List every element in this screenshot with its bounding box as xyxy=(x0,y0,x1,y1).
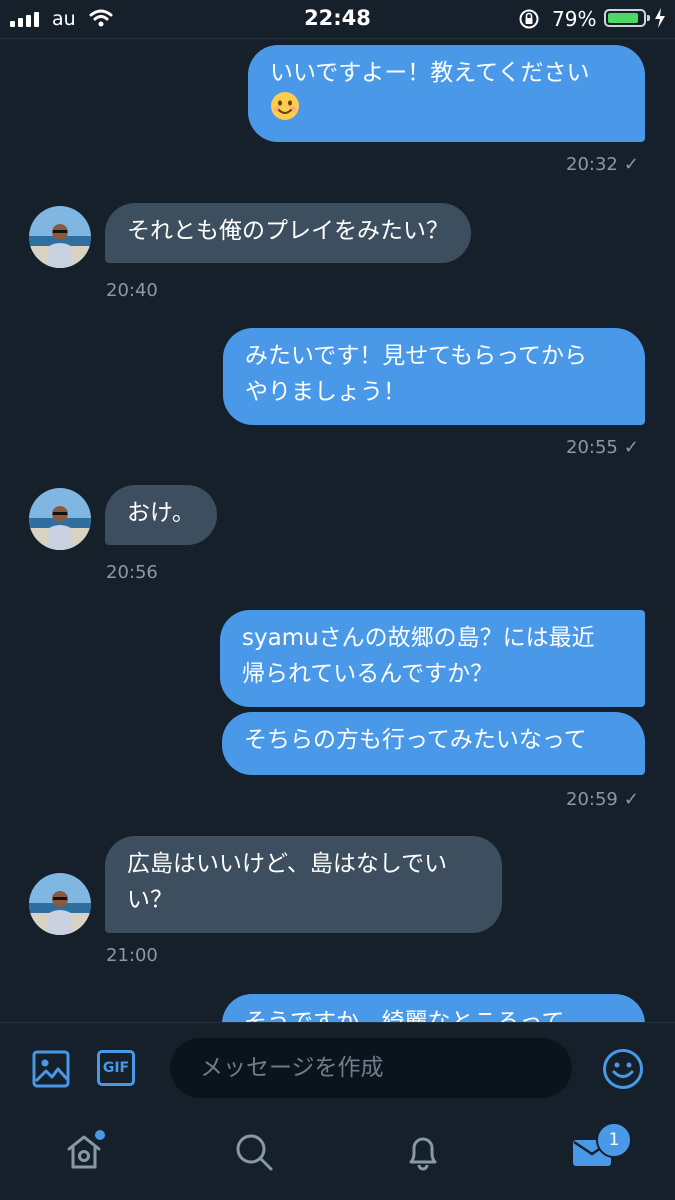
avatar[interactable] xyxy=(29,488,91,550)
read-check-icon: ✓ xyxy=(623,154,639,175)
gif-button[interactable]: GIF xyxy=(97,1050,135,1086)
battery-icon xyxy=(604,9,646,27)
message-timestamp: 20:56 xyxy=(106,562,158,583)
message-text: そちらの方も行ってみたいなって xyxy=(244,727,587,753)
notifications-icon[interactable] xyxy=(403,1132,443,1172)
notification-dot xyxy=(95,1130,105,1140)
message-timestamp: 20:32 ✓ xyxy=(566,154,639,175)
sent-message-bubble[interactable]: syamuさんの故郷の島？には最近 帰られているんですか？ xyxy=(220,610,645,707)
sent-message-bubble[interactable]: そうですか、綺麗なところって xyxy=(222,994,645,1022)
message-text: おけ。 xyxy=(127,500,195,526)
orientation-lock-icon xyxy=(519,9,539,29)
read-check-icon: ✓ xyxy=(623,437,639,458)
search-icon[interactable] xyxy=(234,1132,274,1172)
message-timestamp: 20:55 ✓ xyxy=(566,437,639,458)
emoji-icon[interactable] xyxy=(602,1048,644,1090)
battery-percent: 79% xyxy=(552,7,597,31)
message-input[interactable] xyxy=(170,1038,572,1098)
message-text: いいですよー！教えてください xyxy=(270,60,590,86)
sent-message-bubble[interactable]: いいですよー！教えてください xyxy=(248,45,645,142)
message-text: それとも俺のプレイをみたい？ xyxy=(127,218,449,244)
message-composer: GIF xyxy=(0,1022,675,1113)
message-timestamp: 21:00 xyxy=(106,945,158,966)
received-message-bubble[interactable]: 広島はいいけど、島はなしでい い？ xyxy=(105,836,502,933)
charging-bolt-icon xyxy=(655,8,665,28)
message-text: い？ xyxy=(127,887,173,913)
message-timestamp: 20:59 ✓ xyxy=(566,789,639,810)
received-message-bubble[interactable]: それとも俺のプレイをみたい？ xyxy=(105,203,471,263)
message-text: 帰られているんですか？ xyxy=(242,661,494,687)
image-icon[interactable] xyxy=(32,1050,70,1088)
conversation-thread[interactable]: いいですよー！教えてください 20:32 ✓ それとも俺のプレイをみたい？ 20:… xyxy=(0,39,675,1022)
message-text: そうですか、綺麗なところって xyxy=(244,1009,565,1022)
avatar[interactable] xyxy=(29,206,91,268)
sent-message-bubble[interactable]: みたいです！見せてもらってから やりましょう！ xyxy=(223,328,645,425)
received-message-bubble[interactable]: おけ。 xyxy=(105,485,217,545)
sent-message-bubble[interactable]: そちらの方も行ってみたいなって xyxy=(222,712,645,775)
message-text: syamuさんの故郷の島？には最近 xyxy=(242,625,595,651)
message-text: やりましょう！ xyxy=(245,379,406,405)
avatar[interactable] xyxy=(29,873,91,935)
smiling-face-emoji-icon xyxy=(271,92,299,120)
message-text: みたいです！見せてもらってから xyxy=(245,343,588,369)
message-text: 広島はいいけど、島はなしでい xyxy=(127,851,448,877)
tab-bar xyxy=(0,1112,675,1200)
read-check-icon: ✓ xyxy=(623,789,639,810)
unread-badge: 1 xyxy=(596,1122,632,1158)
battery-nub xyxy=(647,15,650,21)
message-timestamp: 20:40 xyxy=(106,280,158,301)
status-bar: au 22:48 79% xyxy=(0,0,675,39)
